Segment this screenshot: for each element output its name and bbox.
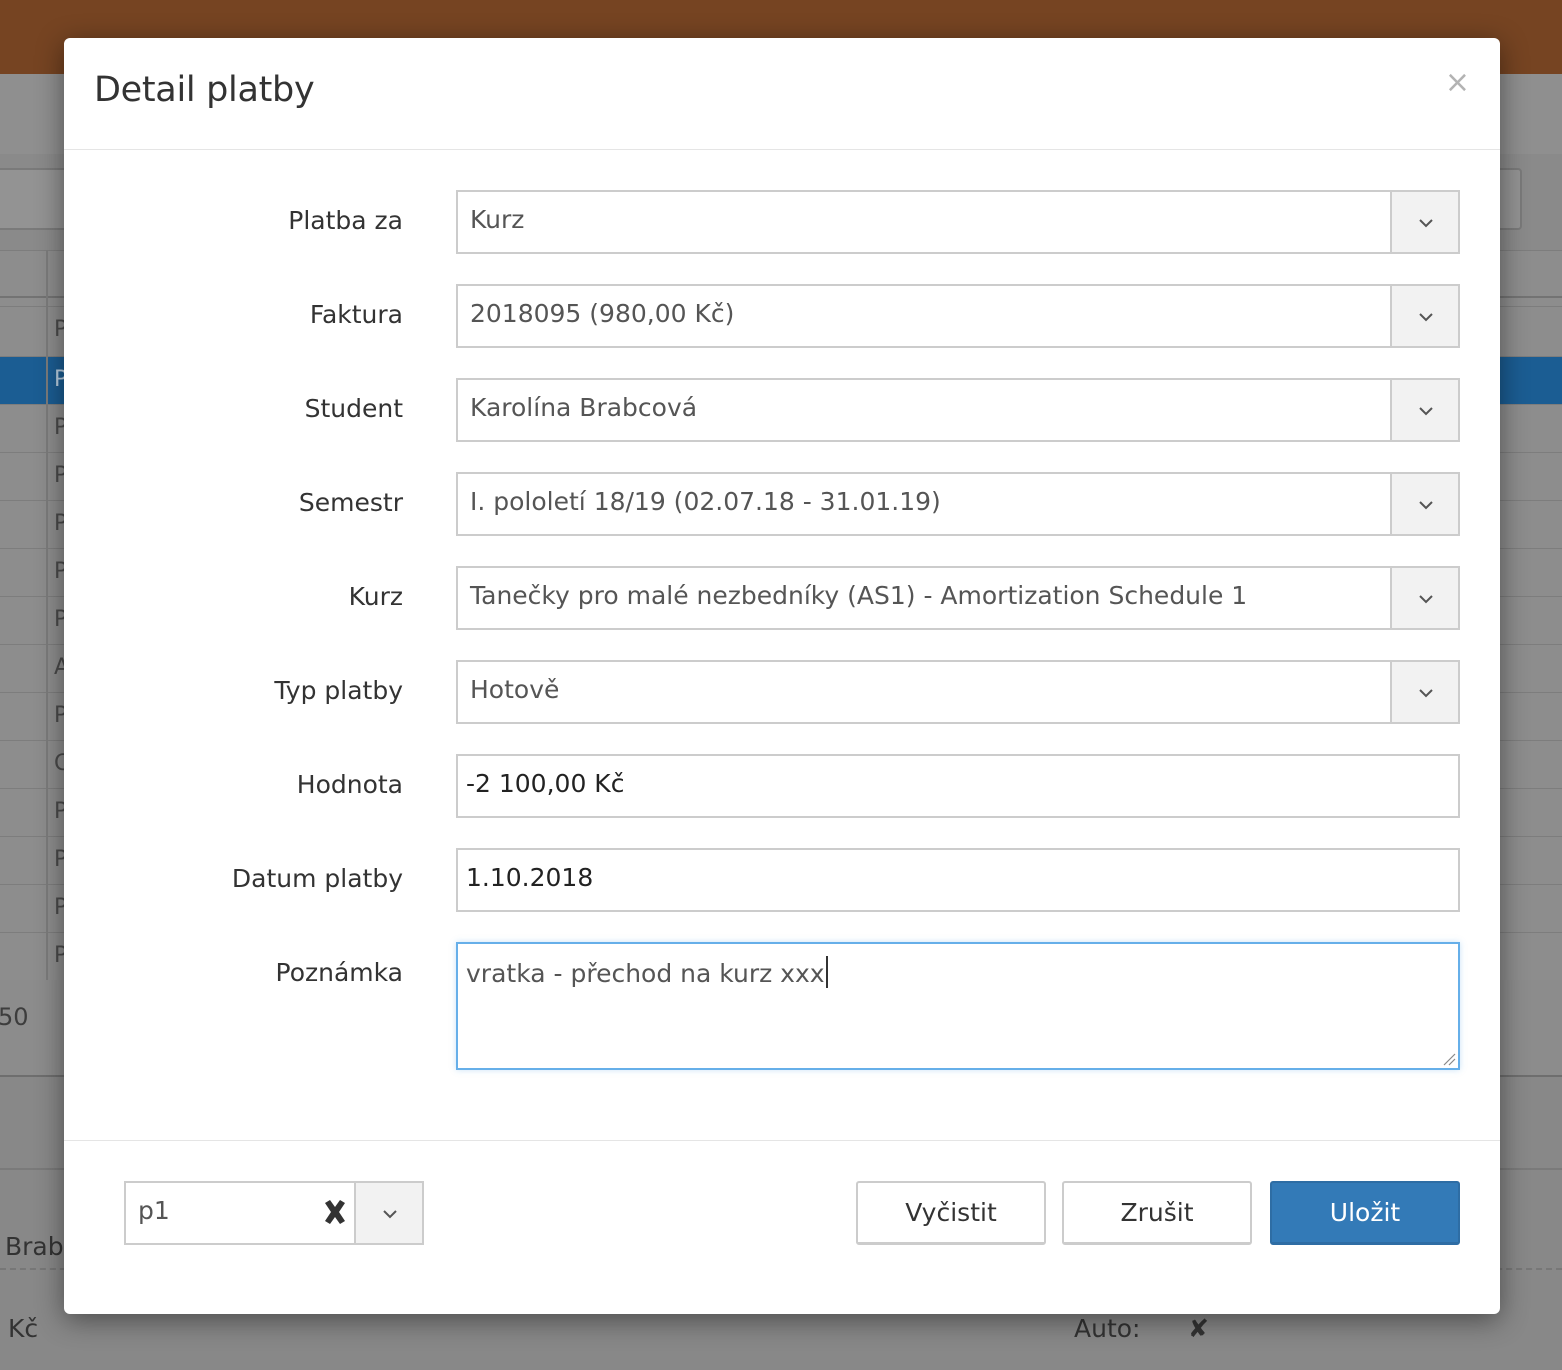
faktura-value: 2018095 (980,00 Kč) (470, 299, 735, 328)
chevron-down-icon (1419, 313, 1433, 322)
resize-grip-icon[interactable] (1442, 1052, 1456, 1066)
save-button[interactable]: Uložit (1270, 1181, 1460, 1245)
form-row-kurz: Kurz Tanečky pro malé nezbedníky (AS1) -… (64, 566, 1500, 630)
faktura-select[interactable]: 2018095 (980,00 Kč) (456, 284, 1460, 348)
modal-header: Detail platby × (64, 38, 1500, 150)
poznamka-textarea[interactable]: vratka - přechod na kurz xxx (456, 942, 1460, 1070)
datum-platby-value: 1.10.2018 (466, 863, 594, 892)
student-select[interactable]: Karolína Brabcová (456, 378, 1460, 442)
template-select-value: p1 (138, 1196, 170, 1225)
chevron-down-icon (1419, 407, 1433, 416)
template-select[interactable]: p1 (124, 1181, 424, 1245)
kurz-select[interactable]: Tanečky pro malé nezbedníky (AS1) - Amor… (456, 566, 1460, 630)
template-dropdown-toggle[interactable] (354, 1183, 422, 1243)
form-row-faktura: Faktura 2018095 (980,00 Kč) (64, 284, 1500, 348)
platba-za-value: Kurz (470, 205, 525, 234)
faktura-dropdown-toggle[interactable] (1390, 286, 1458, 346)
platba-za-label: Platba za (288, 206, 403, 235)
form-row-typ-platby: Typ platby Hotově (64, 660, 1500, 724)
form-row-datum-platby: Datum platby 1.10.2018 (64, 848, 1500, 912)
poznamka-label: Poznámka (275, 958, 403, 987)
faktura-label: Faktura (309, 300, 403, 329)
typ-platby-dropdown-toggle[interactable] (1390, 662, 1458, 722)
modal-title: Detail platby (94, 70, 315, 110)
semestr-dropdown-toggle[interactable] (1390, 474, 1458, 534)
kurz-dropdown-toggle[interactable] (1390, 568, 1458, 628)
chevron-down-icon (1419, 689, 1433, 698)
table-footer-count: 50 (0, 1003, 29, 1031)
table-column-divider (46, 250, 48, 980)
clear-x-icon[interactable] (322, 1197, 348, 1227)
datum-platby-label: Datum platby (231, 864, 403, 893)
student-dropdown-toggle[interactable] (1390, 380, 1458, 440)
chevron-down-icon (1419, 501, 1433, 510)
cancel-button[interactable]: Zrušit (1062, 1181, 1252, 1245)
bg-currency-fragment: Kč (8, 1314, 39, 1343)
poznamka-value-wrap: vratka - přechod na kurz xxx (466, 956, 828, 988)
form-row-student: Student Karolína Brabcová (64, 378, 1500, 442)
form-row-hodnota: Hodnota -2 100,00 Kč (64, 754, 1500, 818)
kurz-value: Tanečky pro malé nezbedníky (AS1) - Amor… (470, 581, 1248, 610)
typ-platby-value: Hotově (470, 675, 560, 704)
hodnota-label: Hodnota (296, 770, 403, 799)
form-row-platba-za: Platba za Kurz (64, 190, 1500, 254)
poznamka-value: vratka - přechod na kurz xxx (466, 959, 825, 988)
semestr-select[interactable]: I. pololetí 18/19 (02.07.18 - 31.01.19) (456, 472, 1460, 536)
platba-za-dropdown-toggle[interactable] (1390, 192, 1458, 252)
student-label: Student (304, 394, 403, 423)
chevron-down-icon (1419, 219, 1433, 228)
kurz-label: Kurz (348, 582, 403, 611)
chevron-down-icon (383, 1210, 397, 1219)
form-row-semestr: Semestr I. pololetí 18/19 (02.07.18 - 31… (64, 472, 1500, 536)
hodnota-input[interactable]: -2 100,00 Kč (456, 754, 1460, 818)
semestr-label: Semestr (298, 488, 403, 517)
bg-student-fragment: Brab (5, 1232, 64, 1261)
semestr-value: I. pololetí 18/19 (02.07.18 - 31.01.19) (470, 487, 941, 516)
modal-footer: p1 Vyčistit Zrušit Uložit (64, 1140, 1500, 1315)
bg-auto-value: ✘ (1188, 1314, 1209, 1343)
typ-platby-select[interactable]: Hotově (456, 660, 1460, 724)
typ-platby-label: Typ platby (274, 676, 403, 705)
clear-button[interactable]: Vyčistit (856, 1181, 1046, 1245)
bg-auto-label: Auto: (1074, 1314, 1141, 1343)
hodnota-value: -2 100,00 Kč (466, 769, 625, 798)
text-caret (825, 956, 828, 988)
form-row-poznamka: Poznámka vratka - přechod na kurz xxx (64, 942, 1500, 1070)
chevron-down-icon (1419, 595, 1433, 604)
datum-platby-input[interactable]: 1.10.2018 (456, 848, 1460, 912)
close-icon[interactable]: × (1445, 68, 1470, 98)
platba-za-select[interactable]: Kurz (456, 190, 1460, 254)
payment-detail-modal: Detail platby × Platba za Kurz Faktura 2… (64, 38, 1500, 1314)
student-value: Karolína Brabcová (470, 393, 698, 422)
